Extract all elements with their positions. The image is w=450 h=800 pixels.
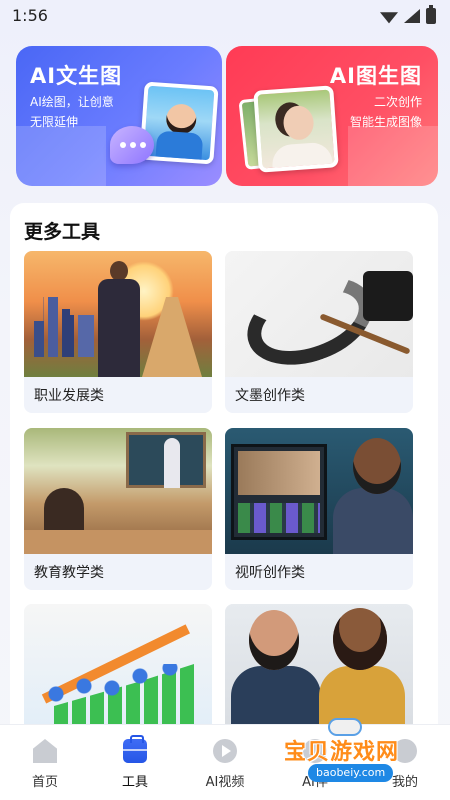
pixel-pattern-decoration (16, 126, 106, 186)
person-body (155, 130, 204, 165)
signal-icon (404, 9, 420, 23)
banner-subtitle-line: 二次创作 (373, 95, 422, 109)
person-head (165, 103, 198, 136)
nav-home[interactable]: 首页 (0, 725, 90, 800)
tool-card-label: 文墨创作类 (235, 388, 305, 404)
banner-subtitle-line: 无限延伸 (30, 115, 79, 129)
person-body (271, 141, 334, 173)
ai-text-to-image-banner[interactable]: AI文生图 AI绘图，让创意 无限延伸 (16, 46, 222, 186)
watermark: 宝贝游戏网 baobeiy.com (284, 718, 424, 788)
nav-label: 首页 (31, 775, 58, 790)
status-bar: 1:56 (0, 0, 450, 32)
tool-card-label: 职业发展类 (34, 388, 104, 404)
person-head (282, 104, 315, 141)
watermark-text: 宝贝游戏网 (284, 740, 400, 765)
people-illustration (225, 604, 413, 730)
nav-tools[interactable]: 工具 (90, 725, 180, 800)
banner-photo (253, 85, 339, 173)
banner-subtitle: 二次创作 智能生成图像 (350, 92, 422, 132)
toolbox-icon (123, 735, 147, 763)
nav-label: 工具 (121, 775, 148, 790)
pixel-pattern-decoration (348, 126, 438, 186)
play-icon (213, 739, 237, 763)
tool-card-career[interactable]: 职业发展类 (24, 251, 212, 413)
career-illustration (24, 251, 212, 377)
status-time: 1:56 (12, 6, 48, 25)
ink-illustration (225, 251, 413, 381)
section-title: 更多工具 (24, 221, 101, 243)
tool-card-ink-writing[interactable]: 文墨创作类 (225, 251, 413, 413)
home-icon (33, 739, 57, 763)
banner-title: AI图生图 (329, 64, 422, 88)
nav-label: AI视频 (205, 775, 245, 790)
tool-card-audiovisual[interactable]: 视听创作类 (225, 428, 413, 590)
video-editing-illustration (225, 428, 413, 554)
tool-card-label: 教育教学类 (34, 565, 104, 581)
chat-bubble-icon (110, 126, 154, 164)
tool-card-label: 视听创作类 (235, 565, 305, 581)
banner-title: AI文生图 (30, 64, 123, 88)
watermark-url: baobeiy.com (308, 764, 394, 782)
tool-card-education[interactable]: 教育教学类 (24, 428, 212, 590)
classroom-illustration (24, 428, 212, 554)
battery-icon (426, 5, 436, 24)
ai-image-to-image-banner[interactable]: AI图生图 二次创作 智能生成图像 (226, 46, 438, 186)
wifi-icon (380, 9, 398, 23)
banner-subtitle: AI绘图，让创意 无限延伸 (30, 92, 114, 132)
growth-chart-illustration (24, 604, 212, 730)
nav-ai-video[interactable]: AI视频 (180, 725, 270, 800)
banner-subtitle-line: AI绘图，让创意 (30, 95, 114, 109)
status-icons (380, 5, 436, 24)
banner-subtitle-line: 智能生成图像 (349, 115, 422, 129)
more-tools-section: 更多工具 职业发展类 文墨创作类 教育教学类 视听创作类 (10, 203, 438, 766)
